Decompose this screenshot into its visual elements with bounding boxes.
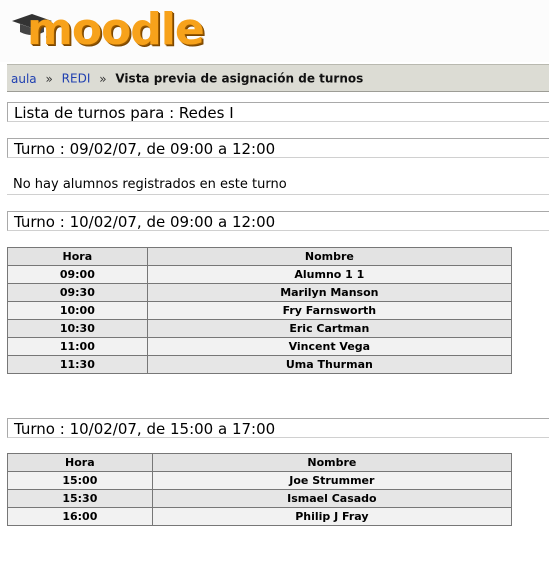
breadcrumb-link-aula[interactable]: aula [7,72,37,86]
breadcrumb: aula » REDI » Vista previa de asignación… [7,64,549,92]
table-row: 10:30 Eric Cartman [7,319,513,338]
cell-hora: 15:30 [7,489,153,508]
page-title: Lista de turnos para : Redes I [7,102,549,122]
cell-hora: 15:00 [7,471,153,490]
table-row: 09:00 Alumno 1 1 [7,265,513,284]
cell-nombre: Eric Cartman [146,319,513,338]
cell-nombre: Uma Thurman [146,355,513,374]
table-row: 15:00 Joe Strummer [7,471,513,490]
table-row: 15:30 Ismael Casado [7,489,513,508]
cell-hora: 09:30 [7,283,148,302]
breadcrumb-separator: » [45,71,53,86]
cell-hora: 10:30 [7,319,148,338]
cell-hora: 09:00 [7,265,148,284]
table-row: 10:00 Fry Farnsworth [7,301,513,320]
cell-nombre: Vincent Vega [146,337,513,356]
cell-hora: 11:00 [7,337,148,356]
slot-table: Hora Nombre 09:00 Alumno 1 1 09:30 Maril… [7,247,513,374]
table-row: 11:30 Uma Thurman [7,355,513,374]
table-row: 09:30 Marilyn Manson [7,283,513,302]
moodle-logo[interactable]: moodle [10,4,210,60]
cell-hora: 11:30 [7,355,148,374]
slot-heading: Turno : 10/02/07, de 15:00 a 17:00 [7,418,549,438]
cell-hora: 16:00 [7,507,153,526]
cell-nombre: Joe Strummer [151,471,513,490]
cell-nombre: Marilyn Manson [146,283,513,302]
page-header: moodle [0,0,549,62]
empty-slot-message: No hay alumnos registrados en este turno [7,175,549,195]
table-header-row: Hora Nombre [7,453,513,472]
cell-nombre: Ismael Casado [151,489,513,508]
cell-hora: 10:00 [7,301,148,320]
slot-heading: Turno : 10/02/07, de 09:00 a 12:00 [7,211,549,231]
column-header-nombre: Nombre [146,247,513,266]
cell-nombre: Fry Farnsworth [146,301,513,320]
slot-heading: Turno : 09/02/07, de 09:00 a 12:00 [7,138,549,158]
breadcrumb-link-redi[interactable]: REDI [62,72,91,86]
slot-table: Hora Nombre 15:00 Joe Strummer 15:30 Ism… [7,453,513,526]
column-header-hora: Hora [7,247,148,266]
table-row: 11:00 Vincent Vega [7,337,513,356]
column-header-hora: Hora [7,453,153,472]
logo-text: moodle [27,4,205,55]
breadcrumb-current: Vista previa de asignación de turnos [115,71,364,86]
column-header-nombre: Nombre [151,453,513,472]
table-row: 16:00 Philip J Fray [7,507,513,526]
cell-nombre: Alumno 1 1 [146,265,513,284]
cell-nombre: Philip J Fray [151,507,513,526]
breadcrumb-separator: » [99,71,107,86]
table-header-row: Hora Nombre [7,247,513,266]
